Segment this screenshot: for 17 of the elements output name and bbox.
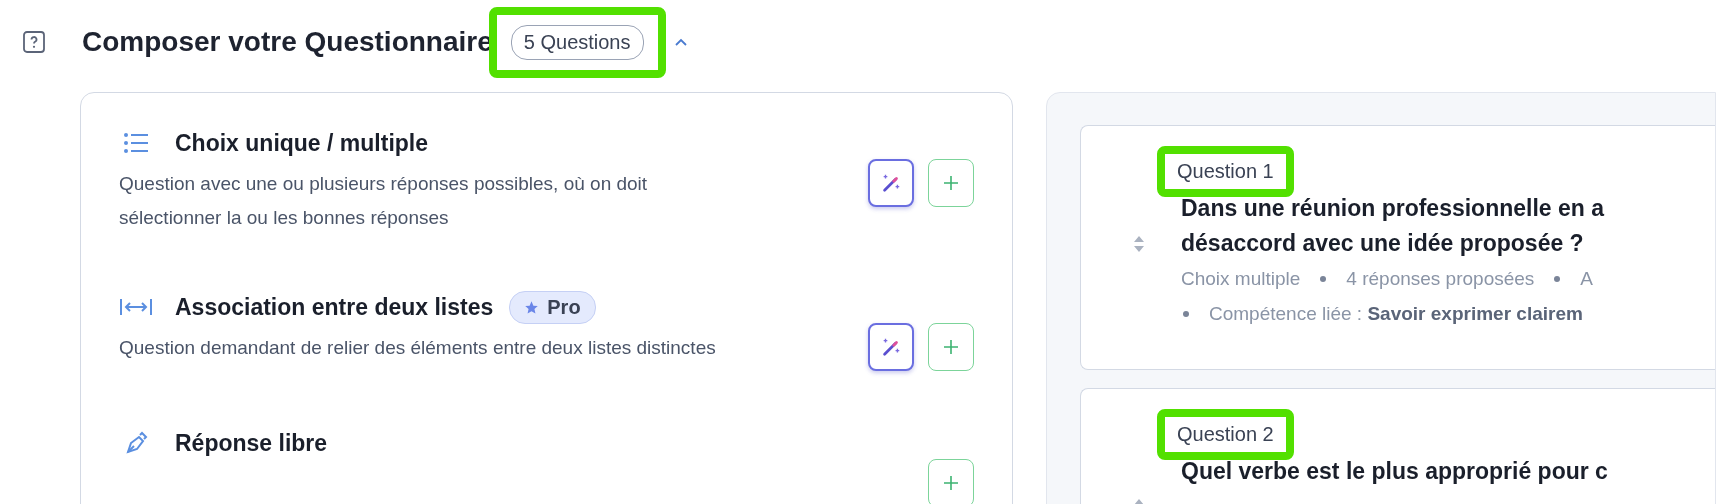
question-text: Quel verbe est le plus approprié pour c	[1180, 457, 1608, 486]
question-meta: Choix multiple	[1181, 267, 1301, 291]
question-type-description: Question demandant de relier des éléments entre deux listes distinctes	[119, 336, 717, 360]
question-type-title: Association entre deux listes	[175, 293, 494, 321]
question-type-title: Réponse libre	[175, 429, 328, 457]
section-title: Composer votre Questionnaire	[82, 26, 493, 58]
question-meta: 4 réponses proposées	[1346, 267, 1535, 291]
question-text: Dans une réunion professionnelle en a	[1180, 194, 1605, 223]
linked-skill: Compétence liée : Savoir exprimer clairem	[1209, 302, 1583, 326]
question-number: Question 1	[1177, 160, 1274, 182]
question-type-title: Choix unique / multiple	[175, 129, 428, 157]
question-meta: A	[1580, 267, 1594, 291]
question-type-description: Question avec une ou plusieurs réponses possibles, où on doit sélectionner la ou les bonnes réponses	[119, 172, 649, 230]
pro-label: Pro	[547, 295, 581, 319]
question-count-badge: 5 Questions	[510, 24, 644, 60]
question-text: désaccord avec une idée proposée ?	[1180, 229, 1584, 258]
question-number: Question 2	[1177, 423, 1274, 445]
